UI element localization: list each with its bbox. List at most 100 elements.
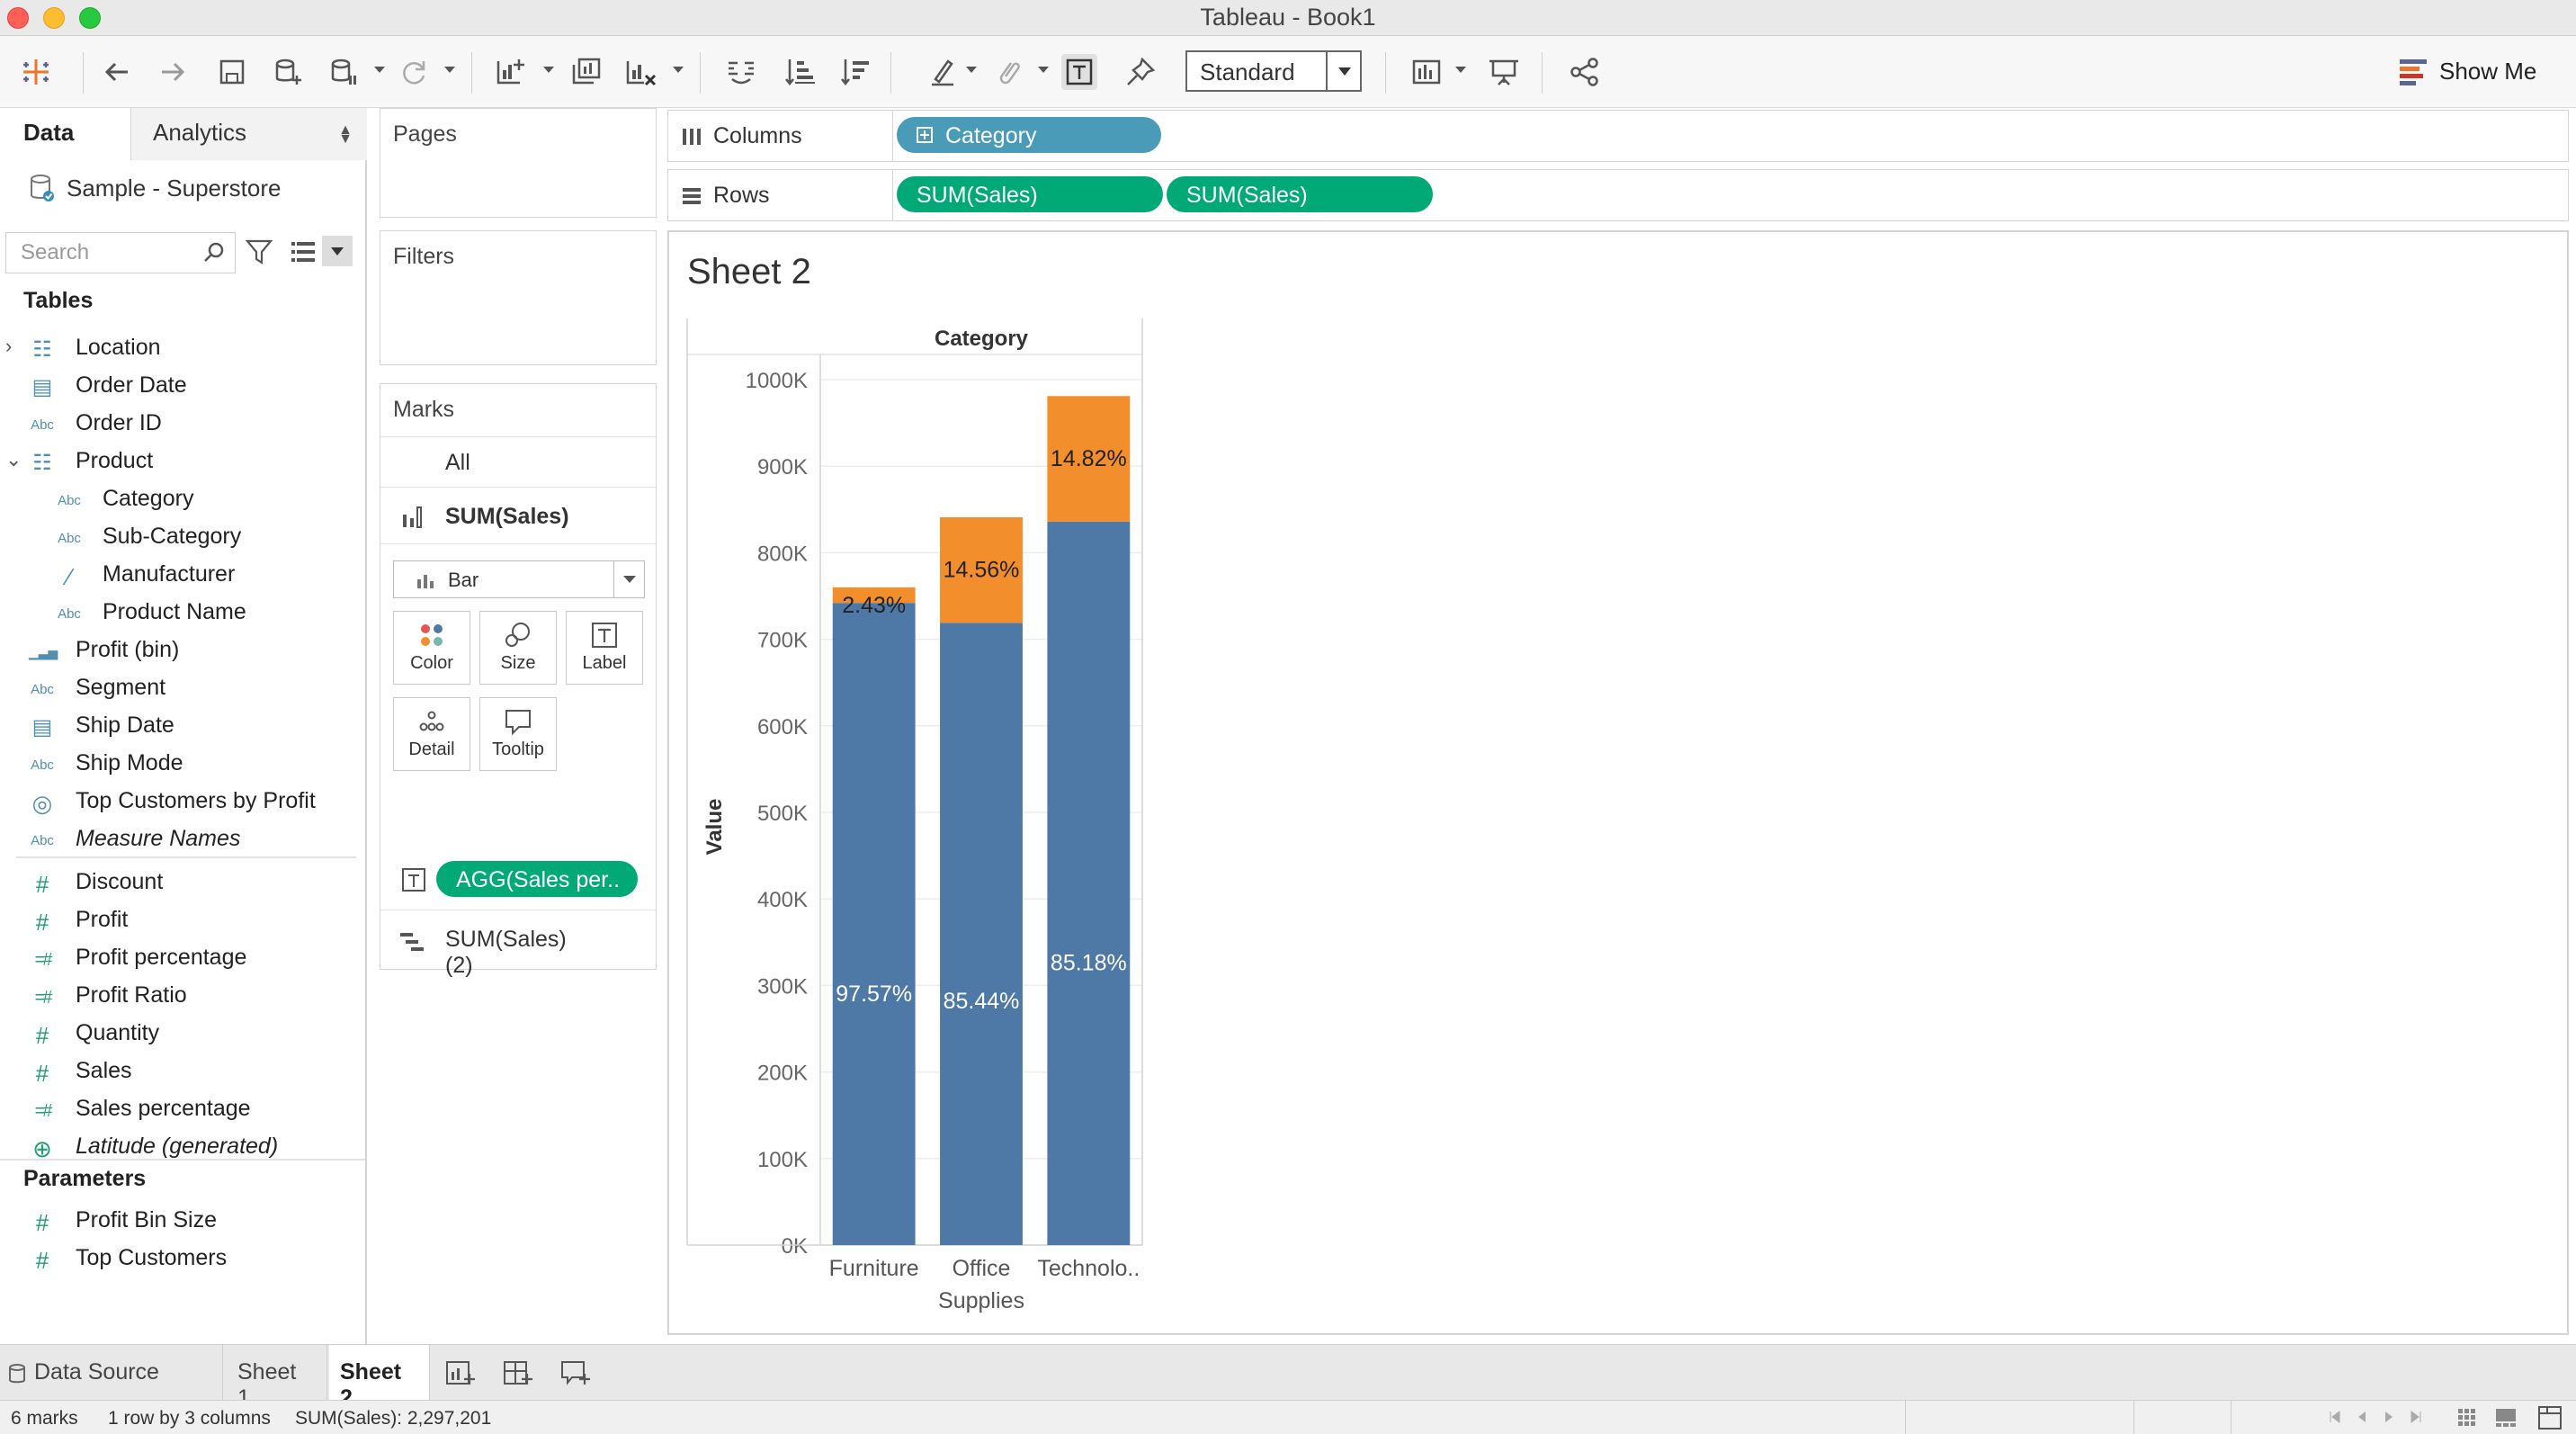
tab-data[interactable]: Data [0,108,131,160]
field-measure-names[interactable]: Abc Measure Names [0,824,365,860]
fit-select-chevron-down-icon[interactable] [1326,52,1360,90]
show-me-button[interactable]: Show Me [2400,58,2536,88]
measure-sales[interactable]: # Sales [0,1056,365,1092]
field-category[interactable]: Abc Category [0,484,365,520]
clear-dropdown-caret[interactable] [673,67,684,73]
fit-select[interactable]: Standard [1185,50,1362,92]
search-input[interactable]: Search [5,232,236,273]
chevron-down-icon[interactable]: ⌄ [5,448,22,471]
new-worksheet-tab-icon[interactable] [444,1358,477,1388]
parameter-top-customers[interactable]: # Top Customers [0,1243,365,1279]
field-product-name[interactable]: Abc Product Name [0,597,365,633]
first-page-icon[interactable] [2328,1410,2342,1424]
field-ship-date[interactable]: ▤ Ship Date [0,711,365,747]
rows-shelf[interactable]: Rows SUM(Sales) SUM(Sales) [667,169,2569,221]
marks-all-tab[interactable]: All [380,436,656,487]
measure-profit[interactable]: # Profit [0,905,365,941]
view-options-chevron-down-icon[interactable] [322,236,353,266]
columns-pill-category[interactable]: Category [897,117,1161,153]
label-button-label: Label [582,653,627,673]
field-label: Top Customers [76,1245,228,1270]
highlight-dropdown-caret[interactable] [966,67,977,73]
highlight-icon[interactable] [925,54,961,90]
field-product[interactable]: ⌄ ☷ Product [0,446,365,482]
mark-type-chevron-down-icon[interactable] [613,561,644,597]
tableau-logo-icon[interactable] [18,54,54,90]
last-page-icon[interactable] [2409,1410,2423,1424]
new-story-tab-icon[interactable] [559,1358,592,1388]
measure-latitude-generated[interactable]: ⊕ Latitude (generated) [0,1132,365,1168]
field-manufacturer[interactable]: ∕ Manufacturer [0,560,365,596]
previous-page-icon[interactable] [2355,1410,2369,1424]
save-icon[interactable] [214,54,250,90]
redo-icon[interactable] [155,54,191,90]
field-order-id[interactable]: Abc Order ID [0,408,365,444]
parameters-heading: Parameters [23,1166,147,1191]
rows-pill-sum-sales-1[interactable]: SUM(Sales) [897,176,1163,212]
tab-sheet-2[interactable]: Sheet 2 [329,1345,430,1411]
label-button[interactable]: Label [566,611,643,685]
share-icon[interactable] [1567,54,1603,90]
group-dropdown-caret[interactable] [1038,67,1049,73]
tooltip-button[interactable]: Tooltip [479,697,557,771]
swap-rows-columns-icon[interactable] [723,54,759,90]
measure-profit-percentage[interactable]: =# Profit percentage [0,943,365,979]
marks-sum-sales-2-tab[interactable]: SUM(Sales) (2) [380,910,656,978]
x-category-label: Technolo.. [1037,1256,1140,1281]
sheet-sorter-icon[interactable] [2457,1408,2477,1428]
tab-analytics[interactable]: Analytics ▲ ▼ [131,108,367,160]
pause-data-updates-icon[interactable] [326,54,362,90]
rows-label-text: Rows [713,183,770,208]
marks-sum-sales-tab[interactable]: SUM(Sales) [380,487,656,544]
field-ship-mode[interactable]: Abc Ship Mode [0,748,365,784]
measure-quantity[interactable]: # Quantity [0,1018,365,1054]
sort-ascending-icon[interactable] [783,54,818,90]
new-dashboard-tab-icon[interactable] [502,1358,534,1388]
duplicate-sheet-icon[interactable] [568,54,604,90]
data-source-item[interactable]: Sample - Superstore [27,169,281,209]
show-mark-labels-icon[interactable] [1061,54,1097,90]
field-sub-category[interactable]: Abc Sub-Category [0,522,365,558]
filters-card[interactable]: Filters [380,230,657,365]
fix-axes-pin-icon[interactable] [1123,54,1158,90]
measure-profit-ratio[interactable]: =# Profit Ratio [0,981,365,1017]
new-data-source-icon[interactable] [270,54,306,90]
filmstrip-icon[interactable] [2495,1408,2517,1428]
presentation-mode-icon[interactable] [1486,54,1522,90]
undo-icon[interactable] [99,54,135,90]
tab-sheet-1[interactable]: Sheet 1 [225,1345,327,1411]
field-segment[interactable]: Abc Segment [0,673,365,709]
rows-pill-sum-sales-2[interactable]: SUM(Sales) [1167,176,1433,212]
next-page-icon[interactable] [2382,1410,2396,1424]
refresh-icon[interactable] [396,54,432,90]
chevron-right-icon[interactable]: › [5,335,12,358]
field-location[interactable]: › ☷ Location [0,333,365,369]
show-cards-dropdown-caret[interactable] [1455,67,1466,73]
refresh-dropdown-caret[interactable] [444,67,455,73]
sort-descending-icon[interactable] [838,54,874,90]
clear-sheet-icon[interactable] [622,54,658,90]
field-order-date[interactable]: ▤ Order Date [0,371,365,407]
group-members-icon[interactable] [989,54,1025,90]
parameter-profit-bin-size[interactable]: # Profit Bin Size [0,1205,365,1241]
new-worksheet-dropdown-caret[interactable] [543,67,554,73]
measure-discount[interactable]: # Discount [0,867,365,903]
field-label: Order Date [76,372,187,398]
detail-button[interactable]: Detail [393,697,470,771]
label-pill-agg-sales[interactable]: AGG(Sales per.. [436,861,638,897]
mark-type-select[interactable]: Bar [393,560,645,598]
tab-data-source[interactable]: Data Source [0,1345,223,1401]
color-button[interactable]: Color [393,611,470,685]
field-top-customers-by-profit[interactable]: ◎ Top Customers by Profit [0,786,365,822]
measure-sales-percentage[interactable]: =# Sales percentage [0,1094,365,1130]
filter-icon[interactable] [245,238,273,266]
show-cards-icon[interactable] [1409,54,1445,90]
new-worksheet-icon[interactable] [493,54,529,90]
view-list-icon[interactable] [290,239,317,264]
pages-card[interactable]: Pages [380,108,657,218]
size-button[interactable]: Size [479,611,557,685]
tabs-view-icon[interactable] [2538,1406,2562,1430]
pause-dropdown-caret[interactable] [374,67,385,73]
columns-shelf[interactable]: Columns Category [667,110,2569,162]
field-profit-bin[interactable]: ▁▃▅ Profit (bin) [0,635,365,671]
